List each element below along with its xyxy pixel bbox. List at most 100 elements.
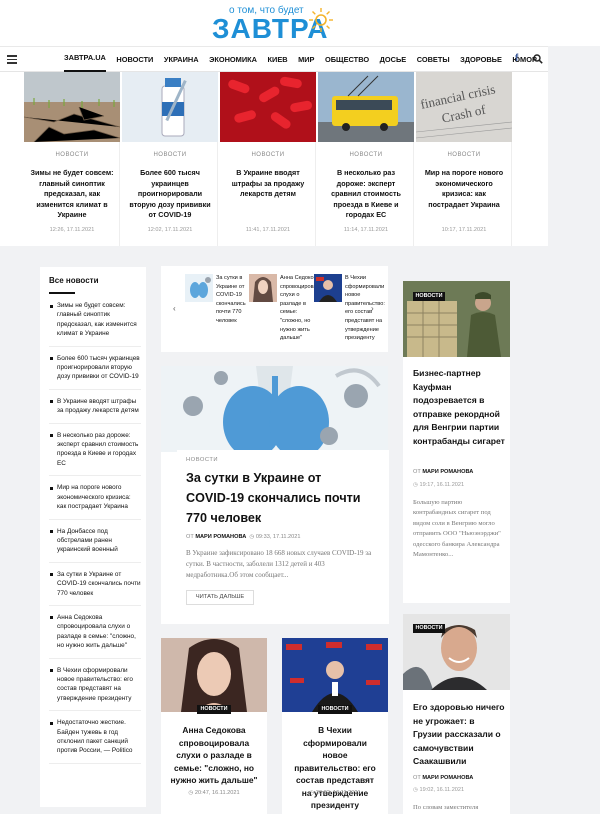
clock-icon: ◷ bbox=[309, 790, 315, 796]
carousel-prev-button[interactable] bbox=[5, 105, 19, 113]
drought-field-image bbox=[24, 72, 120, 142]
carousel-card[interactable]: financial crisis Crash of НОВОСТИ Мир на… bbox=[416, 72, 512, 246]
card-title[interactable]: Более 600 тысяч украинцев проигнорировал… bbox=[128, 168, 212, 221]
portrait-thumbnail bbox=[249, 274, 277, 302]
nav-item-news[interactable]: НОВОСТИ bbox=[116, 47, 153, 72]
heading-underline bbox=[49, 292, 75, 294]
vaccine-vial-image bbox=[122, 72, 218, 142]
sidebar-heading: Все новости bbox=[49, 276, 99, 285]
article-card[interactable]: НОВОСТИ Анна Седокова спровоцировала слу… bbox=[161, 638, 267, 814]
author-name[interactable]: МАРИ РОМАНОВА bbox=[195, 534, 246, 540]
nav-item-dossier[interactable]: ДОСЬЕ bbox=[380, 47, 407, 72]
search-icon[interactable] bbox=[533, 54, 543, 64]
politician-thumbnail bbox=[314, 274, 342, 302]
list-item[interactable]: На Донбассе под обстрелами ранен украинс… bbox=[49, 527, 141, 563]
carousel-card[interactable]: НОВОСТИ В несколько раз дороже: эксперт … bbox=[318, 72, 414, 246]
nav-item-health[interactable]: ЗДОРОВЬЕ bbox=[460, 47, 502, 72]
mini-slide[interactable]: За сутки в Украине от COVID-19 скончалис… bbox=[185, 274, 255, 342]
card-date-line: ◷ 19:17, 16.11.2021 bbox=[413, 482, 464, 488]
featured-category: НОВОСТИ bbox=[186, 457, 219, 463]
card-title[interactable]: Бизнес-партнер Кауфман подозревается в о… bbox=[413, 367, 505, 449]
card-excerpt: Большую партию контрабандных сигарет под… bbox=[413, 499, 501, 559]
byline-prefix: ОТ bbox=[413, 775, 421, 781]
trolleybus-image bbox=[318, 72, 414, 142]
list-item[interactable]: Анна Седокова спровоцировала слухи о раз… bbox=[49, 613, 141, 659]
featured-date: 09:33, 17.11.2021 bbox=[255, 534, 301, 540]
card-date: 20:32, 16.11.2021 bbox=[315, 790, 361, 796]
byline-prefix: ОТ bbox=[186, 534, 194, 540]
list-item[interactable]: В Чехии сформировали новое правительство… bbox=[49, 666, 141, 712]
featured-byline: ОТ МАРИ РОМАНОВА ◷ 09:33, 17.11.2021 bbox=[186, 534, 301, 540]
article-card[interactable]: НОВОСТИ Его здоровью ничего не угрожает:… bbox=[403, 614, 510, 814]
site-logo[interactable]: о том, что будет ЗАВТРА bbox=[212, 3, 392, 43]
card-date: 11:14, 17.11.2021 bbox=[343, 227, 389, 233]
list-item[interactable]: Более 600 тысяч украинцев проигнорировал… bbox=[49, 354, 141, 390]
clock-icon: ◷ bbox=[413, 787, 418, 793]
card-excerpt: По словам заместителя bbox=[413, 804, 479, 811]
list-item[interactable]: Мир на пороге нового экономического криз… bbox=[49, 483, 141, 520]
nav-item-world[interactable]: МИР bbox=[298, 47, 314, 72]
carousel-card[interactable]: НОВОСТИ Зимы не будет совсем: главный си… bbox=[24, 72, 120, 246]
featured-title[interactable]: За сутки в Украине от COVID-19 скончалис… bbox=[186, 468, 366, 528]
card-title[interactable]: В Чехии сформировали новое правительство… bbox=[290, 724, 380, 812]
card-date-line: ◷ 20:32, 16.11.2021 bbox=[282, 790, 388, 796]
red-pills-image bbox=[220, 72, 316, 142]
card-category: НОВОСТИ bbox=[251, 152, 285, 158]
card-title[interactable]: В Украине вводят штрафы за продажу лекар… bbox=[226, 168, 310, 200]
list-item[interactable]: За сутки в Украине от COVID-19 скончалис… bbox=[49, 570, 141, 606]
featured-article[interactable]: НОВОСТИ За сутки в Украине от COVID-19 с… bbox=[161, 366, 389, 624]
card-title[interactable]: Его здоровью ничего не угрожает: в Грузи… bbox=[413, 701, 505, 769]
site-header: о том, что будет ЗАВТРА bbox=[0, 0, 600, 46]
card-title[interactable]: Анна Седокова спровоцировала слухи о раз… bbox=[169, 724, 259, 787]
card-date-line: ◷ 19:02, 16.11.2021 bbox=[413, 787, 464, 793]
author-name[interactable]: МАРИ РОМАНОВА bbox=[422, 469, 473, 475]
article-card[interactable]: НОВОСТИ Бизнес-партнер Кауфман подозрева… bbox=[403, 281, 510, 603]
card-date: 12:02, 17.11.2021 bbox=[147, 227, 193, 233]
card-byline: ОТ МАРИ РОМАНОВА bbox=[413, 469, 473, 475]
clock-icon: ◷ bbox=[188, 790, 194, 796]
card-date-line: ◷ 20:47, 16.11.2021 bbox=[161, 790, 267, 796]
slider-next-button[interactable]: › bbox=[371, 304, 374, 313]
sun-icon bbox=[309, 8, 333, 32]
card-category: НОВОСТИ bbox=[447, 152, 481, 158]
list-item[interactable]: Недостаточно жесткие. Байден тужевь в го… bbox=[49, 718, 141, 764]
carousel-card[interactable]: НОВОСТИ Более 600 тысяч украинцев проигн… bbox=[122, 72, 218, 246]
carousel-card[interactable]: НОВОСТИ В Украине вводят штрафы за прода… bbox=[220, 72, 316, 246]
nav-item-home[interactable]: ЗАВТРА.UA bbox=[64, 47, 106, 72]
featured-excerpt: В Украине зафиксировано 18 668 новых слу… bbox=[186, 549, 372, 579]
slider-prev-button[interactable]: ‹ bbox=[173, 304, 176, 313]
card-title[interactable]: Мир на пороге нового экономического криз… bbox=[422, 168, 506, 210]
woman-portrait-image bbox=[161, 638, 267, 712]
mini-slide-title: В Чехии сформировали новое правительство… bbox=[345, 275, 385, 342]
nav-item-tips[interactable]: СОВЕТЫ bbox=[417, 47, 450, 72]
clock-icon: ◷ bbox=[249, 534, 255, 540]
card-date: 11:41, 17.11.2021 bbox=[245, 227, 291, 233]
facebook-icon[interactable]: f bbox=[515, 53, 518, 64]
category-badge: НОВОСТИ bbox=[197, 705, 231, 714]
card-date: 19:17, 16.11.2021 bbox=[419, 482, 465, 488]
nav-item-society[interactable]: ОБЩЕСТВО bbox=[325, 47, 369, 72]
list-item[interactable]: В Украине вводят штрафы за продажу лекар… bbox=[49, 397, 141, 424]
author-name[interactable]: МАРИ РОМАНОВА bbox=[422, 775, 473, 781]
nav-item-economy[interactable]: ЭКОНОМИКА bbox=[209, 47, 257, 72]
nav-item-kyiv[interactable]: КИЕВ bbox=[268, 47, 288, 72]
nav-item-ukraine[interactable]: УКРАИНА bbox=[164, 47, 199, 72]
card-category: НОВОСТИ bbox=[349, 152, 383, 158]
lungs-thumbnail bbox=[185, 274, 213, 302]
article-card[interactable]: НОВОСТИ В Чехии сформировали новое прави… bbox=[282, 638, 388, 814]
list-item[interactable]: В несколько раз дороже: эксперт сравнил … bbox=[49, 431, 141, 477]
list-item[interactable]: Зимы не будет совсем: главный синоптик п… bbox=[49, 301, 141, 347]
mini-news-slider: ‹ За сутки в Украине от COVID-19 скончал… bbox=[161, 266, 388, 352]
nav-links: ЗАВТРА.UA НОВОСТИ УКРАИНА ЭКОНОМИКА КИЕВ… bbox=[64, 47, 547, 72]
card-category: НОВОСТИ bbox=[153, 152, 187, 158]
financial-crisis-newspaper-image: financial crisis Crash of bbox=[416, 72, 512, 142]
card-title[interactable]: В несколько раз дороже: эксперт сравнил … bbox=[324, 168, 408, 221]
card-date: 19:02, 16.11.2021 bbox=[419, 787, 465, 793]
category-badge: НОВОСТИ bbox=[413, 292, 445, 301]
menu-icon[interactable] bbox=[7, 55, 17, 64]
card-title[interactable]: Зимы не будет совсем: главный синоптик п… bbox=[30, 168, 114, 221]
mini-slide[interactable]: Анна Седокова спровоцировала слухи о раз… bbox=[249, 274, 323, 342]
politician-stage-image bbox=[282, 638, 388, 712]
read-more-button[interactable]: ЧИТАТЬ ДАЛЬШЕ bbox=[186, 590, 254, 605]
main-navigation: ЗАВТРА.UA НОВОСТИ УКРАИНА ЭКОНОМИКА КИЕВ… bbox=[0, 46, 548, 72]
